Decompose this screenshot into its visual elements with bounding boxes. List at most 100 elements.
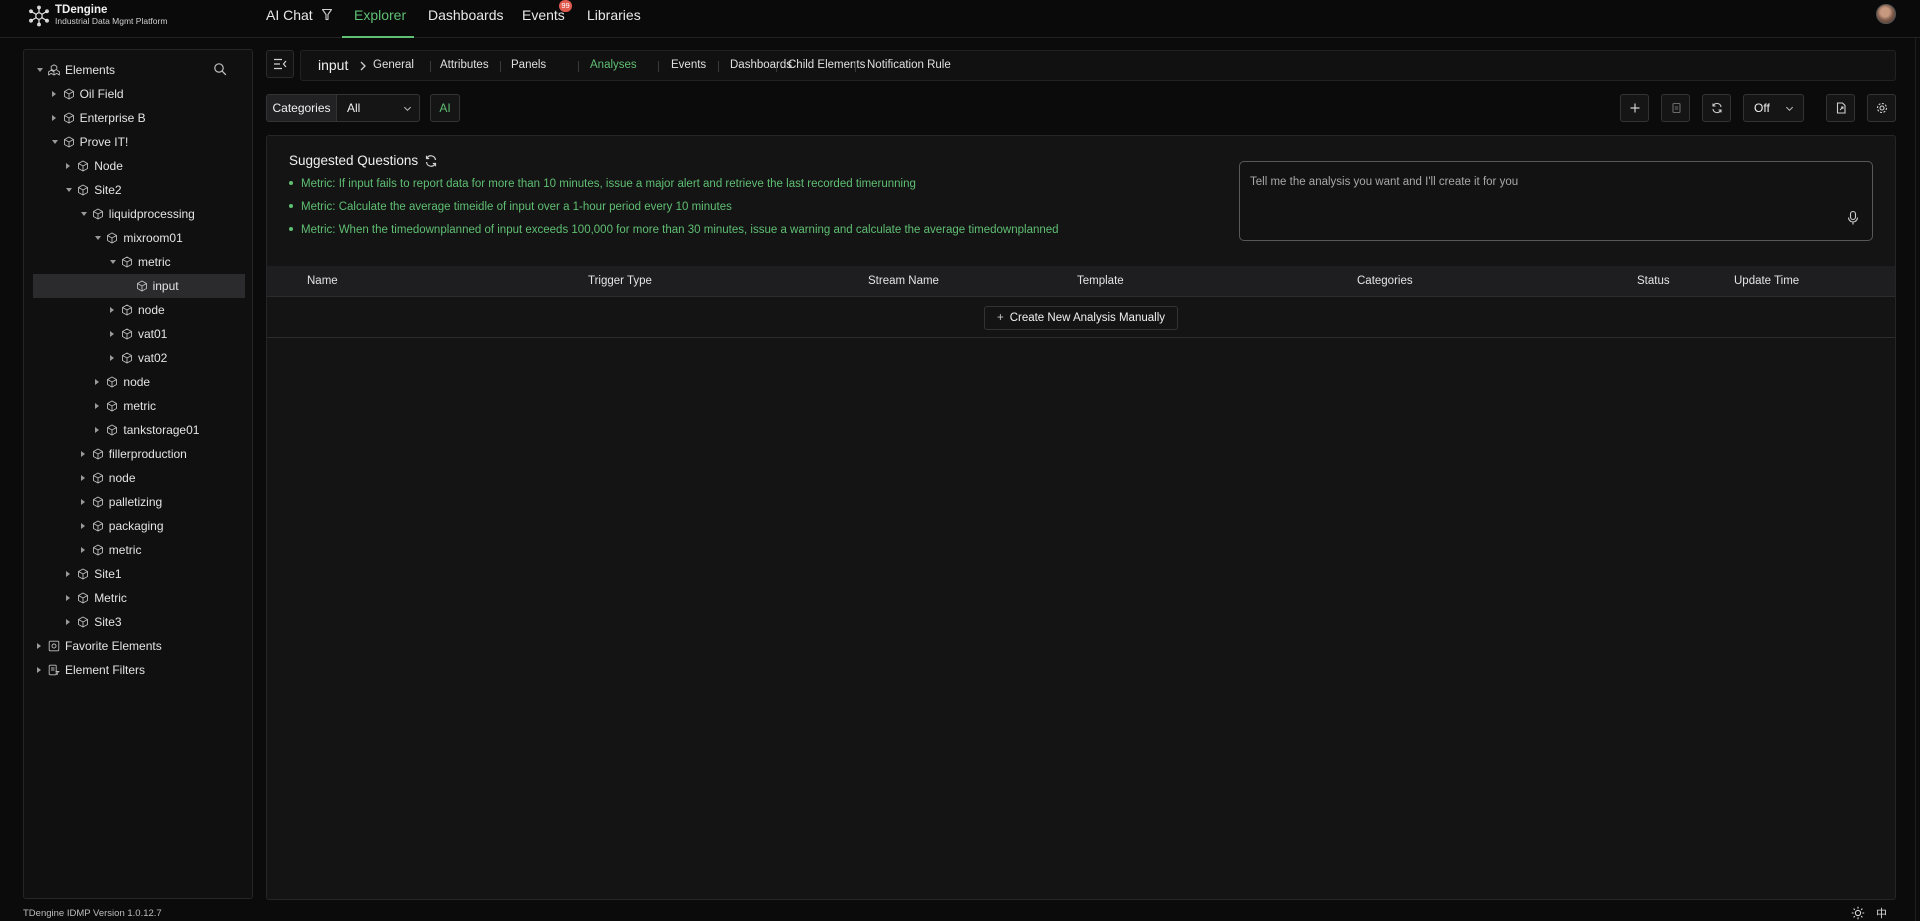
caret-right-icon[interactable] — [95, 427, 100, 433]
categories-select[interactable]: All — [337, 94, 420, 122]
auto-refresh-select[interactable]: Off — [1743, 94, 1804, 122]
tree-item[interactable]: packaging — [24, 514, 252, 538]
tree-item[interactable]: Node — [24, 154, 252, 178]
tree-item[interactable]: Elements — [24, 58, 252, 82]
caret-right-icon[interactable] — [66, 619, 71, 625]
tree-item[interactable]: metric — [24, 538, 252, 562]
caret-down-icon[interactable] — [110, 260, 116, 264]
tab-notification-rule[interactable]: Notification Rule — [867, 51, 951, 80]
tree-item[interactable]: vat01 — [24, 322, 252, 346]
tree-item[interactable]: Site1 — [24, 562, 252, 586]
tab-analyses[interactable]: Analyses — [590, 51, 637, 80]
tree-item[interactable]: Prove IT! — [24, 130, 252, 154]
tree-item[interactable]: Metric — [24, 586, 252, 610]
caret-right-icon[interactable] — [66, 163, 71, 169]
tab-general[interactable]: General — [373, 51, 414, 80]
nav-ai-chat[interactable]: AI Chat — [266, 0, 333, 38]
caret-down-icon[interactable] — [95, 236, 102, 240]
caret-right-icon[interactable] — [51, 91, 56, 97]
brand[interactable]: TDengine Industrial Data Mgmt Platform — [28, 4, 167, 27]
sun-theme-icon[interactable] — [1851, 906, 1865, 920]
tree-item[interactable]: metric — [24, 394, 252, 418]
tab-child-elements[interactable]: Child Elements — [788, 51, 865, 80]
caret-right-icon[interactable] — [80, 523, 85, 529]
caret-right-icon[interactable] — [51, 115, 56, 121]
tree-item[interactable]: Site2 — [24, 178, 252, 202]
tree-item-label: metric — [123, 399, 157, 413]
ai-prompt-input[interactable] — [1250, 172, 1840, 192]
add-analysis-button[interactable] — [1620, 94, 1649, 122]
column-update-time[interactable]: Update Time — [1734, 266, 1799, 297]
tree-item-label: packaging — [108, 519, 164, 533]
tree-item-label: Element Filters — [65, 663, 146, 677]
cube-icon — [78, 184, 89, 196]
caret-down-icon[interactable] — [80, 212, 87, 216]
tree-item[interactable]: palletizing — [24, 490, 252, 514]
caret-right-icon[interactable] — [95, 379, 100, 385]
cube-icon — [92, 208, 103, 220]
caret-right-icon[interactable] — [80, 451, 85, 457]
user-avatar[interactable] — [1876, 4, 1896, 24]
suggested-question[interactable]: Metric: If input fails to report data fo… — [289, 178, 916, 190]
caret-right-icon[interactable] — [95, 403, 100, 409]
microphone-icon[interactable] — [1846, 210, 1860, 226]
tab-attributes[interactable]: Attributes — [440, 51, 489, 80]
caret-right-icon[interactable] — [80, 475, 85, 481]
caret-right-icon[interactable] — [37, 667, 41, 673]
language-toggle[interactable]: 中 — [1876, 905, 1887, 921]
tree-item-label: liquidprocessing — [108, 207, 195, 221]
tree-item[interactable]: mixroom01 — [24, 226, 252, 250]
tree-item[interactable]: tankstorage01 — [24, 418, 252, 442]
tree-item[interactable]: vat02 — [24, 346, 252, 370]
suggested-question[interactable]: Metric: Calculate the average timeidle o… — [289, 201, 732, 213]
tree-item[interactable]: node — [24, 370, 252, 394]
caret-right-icon[interactable] — [66, 571, 71, 577]
tree-item[interactable]: Oil Field — [24, 82, 252, 106]
tree-item[interactable]: Favorite Elements — [24, 634, 252, 658]
tree-item[interactable]: Element Filters — [24, 658, 252, 682]
ai-prompt-box[interactable] — [1239, 161, 1873, 241]
tab-dashboards[interactable]: Dashboards — [730, 51, 792, 80]
column-trigger-type[interactable]: Trigger Type — [588, 266, 652, 297]
caret-right-icon[interactable] — [110, 355, 114, 361]
auto-refresh-value: Off — [1754, 101, 1770, 115]
tree-item[interactable]: liquidprocessing — [24, 202, 252, 226]
caret-down-icon[interactable] — [51, 140, 58, 144]
collapse-menu-icon — [274, 58, 287, 70]
settings-button[interactable] — [1867, 94, 1896, 122]
nav-explorer[interactable]: Explorer — [354, 0, 406, 38]
tree-item[interactable]: node — [24, 466, 252, 490]
refresh-suggestions-icon[interactable] — [424, 154, 438, 168]
tree-item[interactable]: metric — [24, 250, 252, 274]
tree-item[interactable]: Enterprise B — [24, 106, 252, 130]
tree-item[interactable]: node — [24, 298, 252, 322]
create-analysis-button[interactable]: + Create New Analysis Manually — [984, 306, 1178, 330]
suggested-question[interactable]: Metric: When the timedownplanned of inpu… — [289, 224, 1059, 236]
refresh-button[interactable] — [1702, 94, 1731, 122]
column-template[interactable]: Template — [1077, 266, 1124, 297]
caret-right-icon[interactable] — [37, 643, 41, 649]
nav-libraries[interactable]: Libraries — [587, 0, 641, 38]
column-stream-name[interactable]: Stream Name — [868, 266, 939, 297]
caret-right-icon[interactable] — [80, 499, 85, 505]
tree-item[interactable]: fillerproduction — [24, 442, 252, 466]
bullet-dot — [289, 226, 293, 231]
caret-right-icon[interactable] — [110, 331, 114, 337]
copy-button[interactable] — [1661, 94, 1690, 122]
ai-button[interactable]: AI — [430, 94, 460, 122]
tab-events[interactable]: Events — [671, 51, 706, 80]
column-categories[interactable]: Categories — [1357, 266, 1413, 297]
caret-down-icon[interactable] — [37, 68, 43, 72]
tree-item[interactable]: Site3 — [24, 610, 252, 634]
tree-item[interactable]: input — [33, 274, 245, 298]
tab-panels[interactable]: Panels — [511, 51, 546, 80]
column-status[interactable]: Status — [1637, 266, 1670, 297]
caret-right-icon[interactable] — [110, 307, 114, 313]
export-button[interactable] — [1826, 94, 1855, 122]
column-name[interactable]: Name — [307, 266, 338, 297]
caret-right-icon[interactable] — [66, 595, 71, 601]
collapse-sidebar-button[interactable] — [266, 50, 294, 78]
caret-down-icon[interactable] — [66, 188, 73, 192]
nav-dashboards[interactable]: Dashboards — [428, 0, 504, 38]
caret-right-icon[interactable] — [80, 547, 85, 553]
